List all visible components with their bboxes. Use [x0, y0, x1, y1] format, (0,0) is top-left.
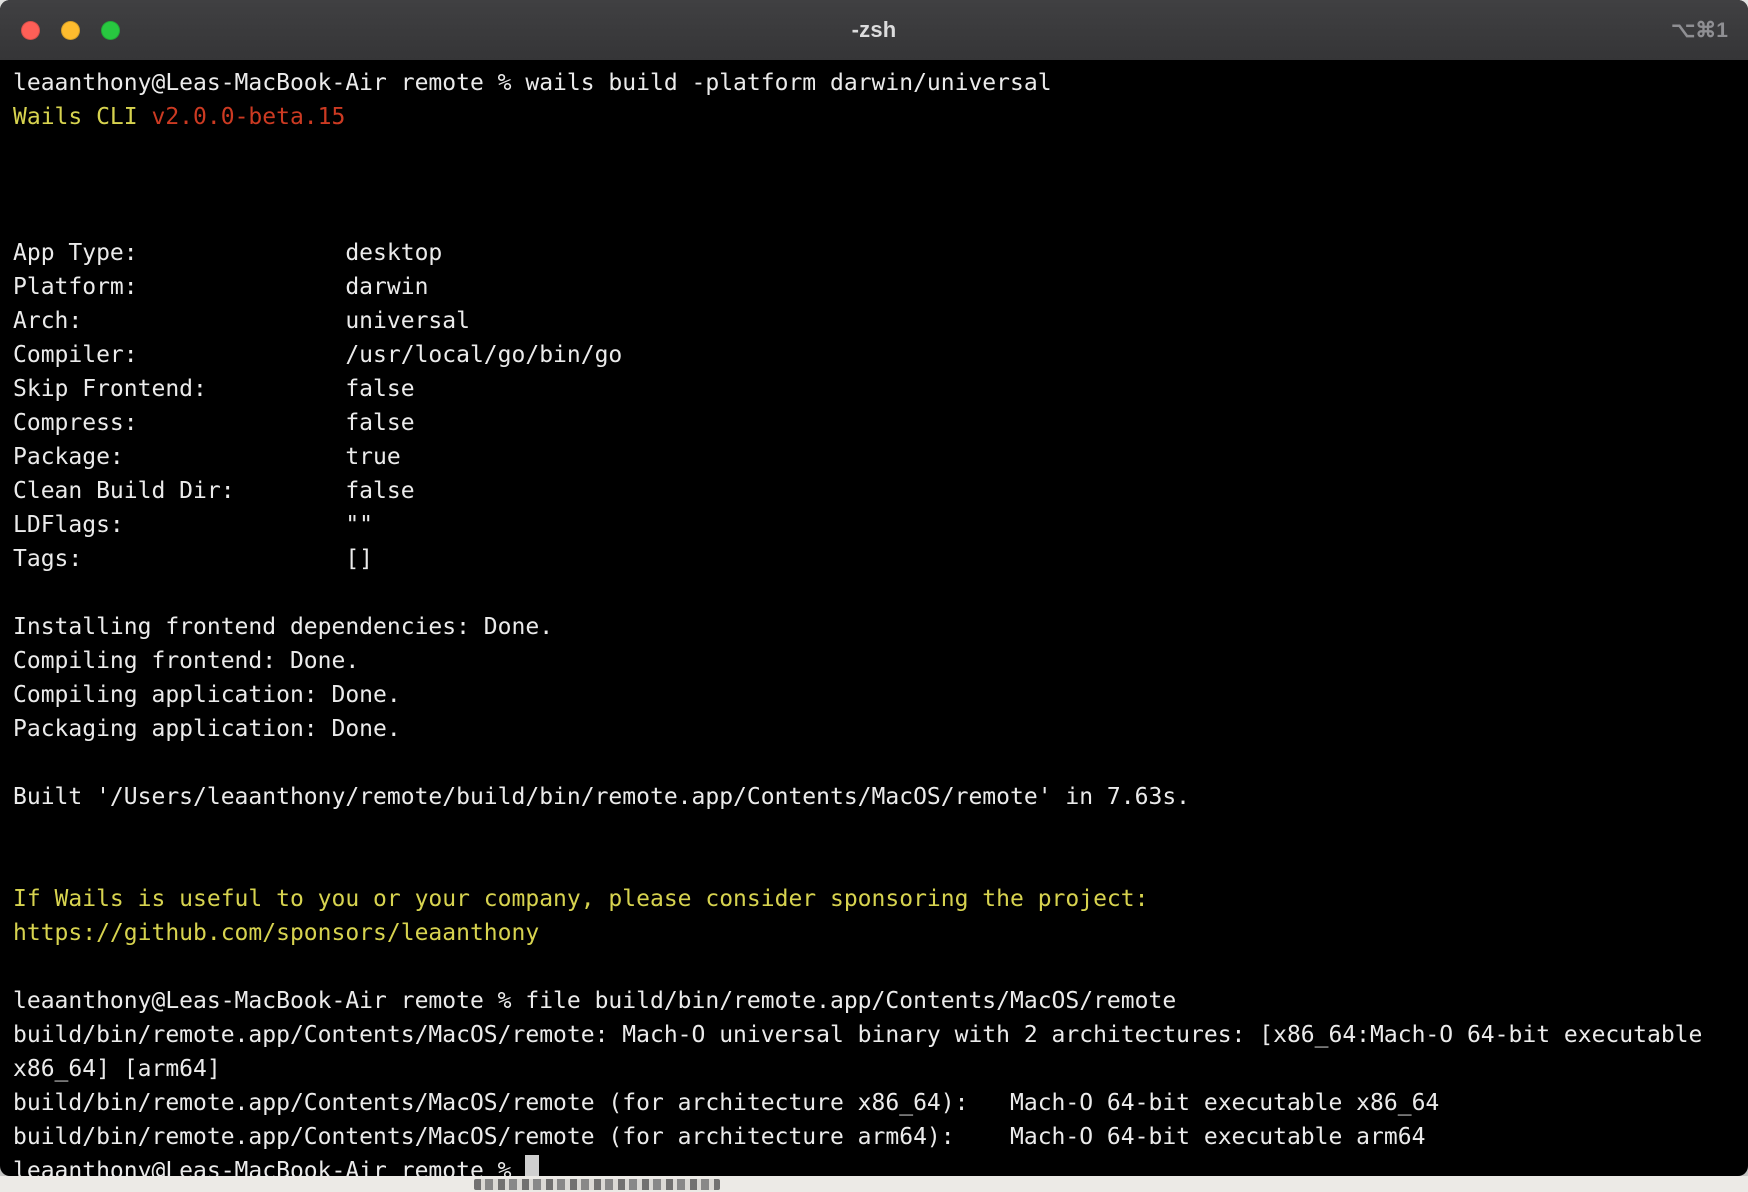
terminal-line: [13, 168, 1735, 202]
terminal-line: Compiling application: Done.: [13, 678, 1735, 712]
terminal-text-segment: build/bin/remote.app/Contents/MacOS/remo…: [13, 1022, 1716, 1082]
terminal-text-segment: Compiling frontend: Done.: [13, 648, 359, 674]
terminal-line: https://github.com/sponsors/leaanthony: [13, 916, 1735, 950]
terminal-line: Clean Build Dir: false: [13, 474, 1735, 508]
terminal-line: leaanthony@Leas-MacBook-Air remote % fil…: [13, 984, 1735, 1018]
terminal-line: Platform: darwin: [13, 270, 1735, 304]
terminal-line: leaanthony@Leas-MacBook-Air remote % wai…: [13, 66, 1735, 100]
terminal-text-segment: Clean Build Dir: false: [13, 478, 415, 504]
terminal-line: Packaging application: Done.: [13, 712, 1735, 746]
terminal-line: leaanthony@Leas-MacBook-Air remote %: [13, 1154, 1735, 1176]
terminal-line: App Type: desktop: [13, 236, 1735, 270]
terminal-text-segment: LDFlags: "": [13, 512, 373, 538]
terminal-text-segment: build/bin/remote.app/Contents/MacOS/remo…: [13, 1124, 1425, 1150]
terminal-line: [13, 576, 1735, 610]
terminal-line: Installing frontend dependencies: Done.: [13, 610, 1735, 644]
terminal-text-segment: leaanthony@Leas-MacBook-Air remote %: [13, 1158, 525, 1176]
terminal-text-segment: Tags: []: [13, 546, 373, 572]
traffic-lights: [21, 21, 120, 40]
terminal-line: Built '/Users/leaanthony/remote/build/bi…: [13, 780, 1735, 814]
terminal-line: If Wails is useful to you or your compan…: [13, 882, 1735, 916]
terminal-line: [13, 202, 1735, 236]
terminal-text-segment: build/bin/remote.app/Contents/MacOS/remo…: [13, 1090, 1439, 1116]
terminal-line: Compiling frontend: Done.: [13, 644, 1735, 678]
terminal-text-segment: leaanthony@Leas-MacBook-Air remote % fil…: [13, 988, 1176, 1014]
terminal-line: Package: true: [13, 440, 1735, 474]
terminal-text-segment: Arch: universal: [13, 308, 470, 334]
terminal-text-segment: If Wails is useful to you or your compan…: [13, 886, 1148, 912]
terminal-text-segment: leaanthony@Leas-MacBook-Air remote % wai…: [13, 70, 1052, 96]
terminal-line: Arch: universal: [13, 304, 1735, 338]
terminal-line: build/bin/remote.app/Contents/MacOS/remo…: [13, 1086, 1735, 1120]
terminal-text-segment: Platform: darwin: [13, 274, 428, 300]
background-window-artifact: [474, 1179, 720, 1190]
window-shortcut-badge: ⌥⌘1: [1671, 0, 1728, 61]
terminal-line: [13, 746, 1735, 780]
terminal-line: build/bin/remote.app/Contents/MacOS/remo…: [13, 1120, 1735, 1154]
terminal-window: -zsh ⌥⌘1 leaanthony@Leas-MacBook-Air rem…: [0, 0, 1748, 1176]
terminal-line: Compiler: /usr/local/go/bin/go: [13, 338, 1735, 372]
terminal-line: [13, 950, 1735, 984]
terminal-line: Skip Frontend: false: [13, 372, 1735, 406]
terminal-line: [13, 848, 1735, 882]
terminal-text-segment: Installing frontend dependencies: Done.: [13, 614, 553, 640]
terminal-text-segment: Package: true: [13, 444, 401, 470]
close-button[interactable]: [21, 21, 40, 40]
terminal-text-segment: Packaging application: Done.: [13, 716, 401, 742]
terminal-text-segment: Built '/Users/leaanthony/remote/build/bi…: [13, 784, 1190, 810]
terminal-line: build/bin/remote.app/Contents/MacOS/remo…: [13, 1018, 1735, 1086]
terminal-text-segment: App Type: desktop: [13, 240, 442, 266]
terminal-text-segment: Skip Frontend: false: [13, 376, 415, 402]
terminal-line: [13, 814, 1735, 848]
window-title: -zsh: [852, 17, 897, 43]
terminal-line: Tags: []: [13, 542, 1735, 576]
terminal-screen[interactable]: leaanthony@Leas-MacBook-Air remote % wai…: [0, 61, 1748, 1176]
terminal-cursor: [525, 1155, 539, 1176]
terminal-text-segment: Compiler: /usr/local/go/bin/go: [13, 342, 622, 368]
terminal-line: [13, 134, 1735, 168]
terminal-line: Compress: false: [13, 406, 1735, 440]
terminal-text-segment: Compiling application: Done.: [13, 682, 401, 708]
terminal-line: Wails CLI v2.0.0-beta.15: [13, 100, 1735, 134]
zoom-button[interactable]: [101, 21, 120, 40]
terminal-text-segment: v2.0.0-beta.15: [151, 104, 345, 130]
desktop-background-sliver: [0, 1176, 1748, 1192]
terminal-text-segment: Wails CLI: [13, 104, 151, 130]
minimize-button[interactable]: [61, 21, 80, 40]
terminal-line: LDFlags: "": [13, 508, 1735, 542]
terminal-text-segment: Compress: false: [13, 410, 415, 436]
window-titlebar[interactable]: -zsh ⌥⌘1: [0, 0, 1748, 61]
terminal-text-segment: https://github.com/sponsors/leaanthony: [13, 920, 539, 946]
